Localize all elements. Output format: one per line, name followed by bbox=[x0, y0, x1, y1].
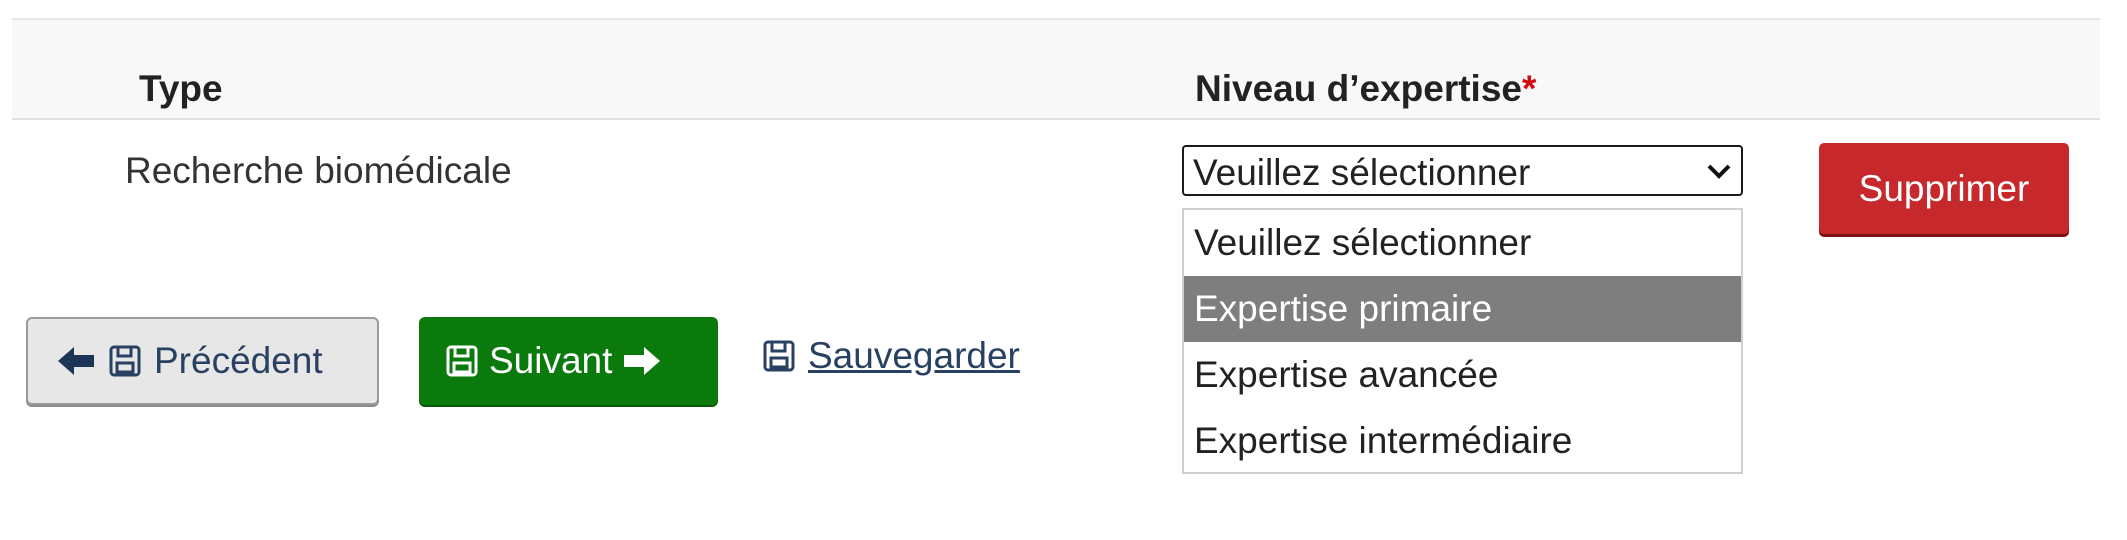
column-header-expertise-label: Niveau d’expertise bbox=[1195, 68, 1522, 109]
dropdown-option-highlighted[interactable]: Expertise primaire bbox=[1184, 276, 1741, 342]
table-header: Type Niveau d’expertise* bbox=[12, 18, 2100, 120]
column-header-expertise-level: Niveau d’expertise* bbox=[1195, 68, 1536, 110]
column-header-type: Type bbox=[139, 68, 223, 109]
save-link[interactable]: Sauvegarder bbox=[762, 335, 1020, 377]
dropdown-option[interactable]: Expertise intermédiaire bbox=[1184, 408, 1741, 474]
dropdown-option[interactable]: Veuillez sélectionner bbox=[1184, 210, 1741, 276]
save-icon bbox=[762, 339, 796, 373]
next-button-label: Suivant bbox=[489, 340, 613, 381]
arrow-right-icon bbox=[622, 344, 662, 378]
next-button[interactable]: Suivant bbox=[419, 317, 718, 405]
select-current-value: Veuillez sélectionner bbox=[1193, 152, 1531, 193]
previous-button[interactable]: Précédent bbox=[26, 317, 379, 405]
chevron-down-icon bbox=[1707, 164, 1731, 179]
dropdown-option[interactable]: Expertise avancée bbox=[1184, 342, 1741, 408]
required-asterisk: * bbox=[1521, 68, 1537, 109]
save-icon bbox=[445, 344, 479, 378]
save-icon bbox=[108, 344, 142, 378]
expertise-level-dropdown-list: Veuillez sélectionner Expertise primaire… bbox=[1182, 208, 1743, 474]
delete-button[interactable]: Supprimer bbox=[1819, 143, 2069, 234]
expertise-type-cell: Recherche biomédicale bbox=[125, 150, 512, 191]
expertise-level-select[interactable]: Veuillez sélectionner bbox=[1182, 145, 1743, 196]
save-link-label: Sauvegarder bbox=[808, 335, 1020, 376]
previous-button-label: Précédent bbox=[154, 340, 323, 381]
arrow-left-icon bbox=[56, 344, 96, 378]
